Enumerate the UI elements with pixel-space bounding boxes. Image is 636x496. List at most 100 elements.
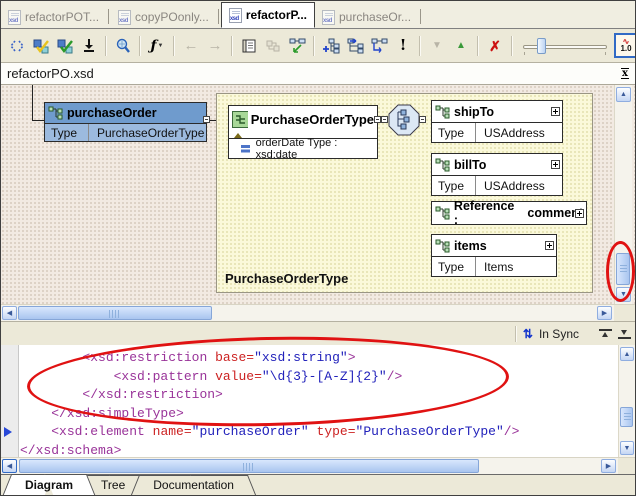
tab-label: refactorPOT...	[25, 10, 99, 24]
type-label: Type	[45, 124, 89, 141]
connector-handle[interactable]	[203, 116, 210, 123]
sync-status-label: In Sync	[539, 327, 579, 341]
arrow-left-icon: ◀	[7, 463, 12, 470]
diagram-pane[interactable]: PurchaseOrderType purchaseOrder Type Pur…	[1, 85, 635, 304]
code-lines[interactable]: <xsd:restriction base="xsd:string"> <xsd…	[20, 349, 618, 457]
toolbar: ƒ ▼ ← → ! ▼ ▲ ✗	[1, 29, 635, 63]
scrollbar-corner	[614, 305, 635, 321]
tab-refactorpot[interactable]: refactorPOT...	[1, 6, 106, 28]
xpath-function-button[interactable]: ƒ ▼	[145, 35, 169, 57]
collapse-code-pane-icon[interactable]	[599, 329, 612, 339]
expand-icon[interactable]	[575, 209, 584, 218]
import-button[interactable]	[77, 35, 101, 57]
tab-documentation[interactable]: Documentation	[139, 475, 248, 495]
source-code-pane[interactable]: <xsd:restriction base="xsd:string"> <xsd…	[1, 345, 635, 457]
code-horizontal-scrollbar[interactable]: ◀ ▶	[1, 457, 635, 474]
forward-button[interactable]: →	[203, 35, 227, 57]
diagram-expand-button[interactable]	[343, 35, 367, 57]
tab-purchaseorder[interactable]: purchaseOr...	[315, 6, 418, 28]
connector-handle[interactable]	[374, 116, 381, 123]
nodes-arrow-right-icon	[347, 38, 364, 54]
tab-separator	[420, 9, 421, 24]
node-ship-to[interactable]: shipTo Type USAddress	[431, 100, 563, 143]
toolbar-separator	[511, 36, 513, 56]
node-title: items	[454, 239, 487, 253]
back-button[interactable]: ←	[179, 35, 203, 57]
container-label: PurchaseOrderType	[225, 271, 348, 286]
node-reference[interactable]: Reference : comment	[431, 201, 587, 225]
connector-handle[interactable]	[381, 116, 388, 123]
node-title: shipTo	[454, 105, 494, 119]
function-icon: ƒ	[151, 39, 157, 53]
tab-diagram[interactable]: Diagram	[11, 475, 87, 495]
element-icon	[435, 158, 451, 172]
type-label: Type	[432, 123, 476, 142]
scroll-right-button[interactable]: ▶	[597, 306, 612, 320]
expand-icon[interactable]	[551, 160, 560, 169]
connector-line	[32, 120, 44, 121]
xsd-file-icon	[8, 10, 21, 25]
expand-code-pane-icon[interactable]	[618, 329, 631, 339]
validate-schema-button[interactable]	[29, 35, 53, 57]
forward-arrow-icon: →	[208, 38, 223, 53]
scroll-down-button[interactable]: ▼	[620, 441, 634, 455]
scroll-up-button[interactable]: ▲	[620, 347, 634, 361]
sequence-indicator[interactable]	[388, 104, 420, 141]
xml-editor-button[interactable]	[5, 35, 29, 57]
node-purchase-order[interactable]: purchaseOrder Type PurchaseOrderType	[44, 102, 207, 142]
arrow-up-icon: ▲	[624, 351, 631, 358]
content-model-icon	[234, 133, 242, 138]
scroll-right-button[interactable]: ▶	[601, 459, 616, 473]
diagram-vertical-scrollbar[interactable]: ▲ ▼	[614, 85, 632, 304]
node-bill-to[interactable]: billTo Type USAddress	[431, 153, 563, 196]
document-filename: refactorPO.xsd	[7, 66, 94, 81]
scroll-thumb[interactable]	[616, 253, 630, 285]
arrow-right-icon: ▶	[606, 463, 611, 470]
application-window: refactorPOT... copyPOonly... refactorP..…	[0, 0, 636, 496]
toolbar-separator	[105, 36, 107, 56]
code-line: </xsd:simpleType>	[20, 405, 618, 424]
node-purchase-order-type[interactable]: PurchaseOrderType orderDate Type : xsd:d…	[228, 105, 378, 159]
scroll-up-button[interactable]: ▲	[616, 87, 631, 102]
diagram-expand-all-button[interactable]	[367, 35, 391, 57]
zoom-slider[interactable]	[521, 36, 609, 56]
download-arrow-icon	[82, 38, 96, 53]
validate-xml-button[interactable]	[53, 35, 77, 57]
split-view-icon[interactable]: x	[621, 68, 629, 79]
code-vertical-scrollbar[interactable]: ▲ ▼	[618, 345, 635, 457]
scroll-thumb[interactable]	[620, 407, 633, 427]
scroll-thumb[interactable]	[18, 306, 212, 320]
tab-refactorpo-active[interactable]: refactorP...	[221, 2, 315, 28]
xsd-file-icon	[118, 10, 131, 25]
nodes-arrow-down-icon	[371, 38, 388, 54]
red-x-icon: ✗	[489, 39, 501, 53]
documentation-button[interactable]	[237, 35, 261, 57]
delete-button[interactable]: ✗	[483, 35, 507, 57]
magnifier-icon	[115, 38, 131, 54]
connector-handle[interactable]	[419, 116, 426, 123]
refactor-button[interactable]	[261, 35, 285, 57]
slider-tick	[605, 52, 606, 55]
diagram-add-button[interactable]	[319, 35, 343, 57]
scrollbar-corner	[618, 458, 635, 474]
diagram-horizontal-scrollbar[interactable]: ◀ ▶	[1, 304, 635, 321]
expand-icon[interactable]	[551, 107, 560, 116]
scroll-thumb[interactable]	[19, 459, 479, 473]
arrow-left-icon: ◀	[7, 310, 12, 317]
move-down-button[interactable]: ▼	[425, 35, 449, 57]
show-errors-button[interactable]: !	[391, 35, 415, 57]
slider-thumb[interactable]	[537, 38, 546, 54]
node-items[interactable]: items Type Items	[431, 234, 557, 277]
node-title: Reference :	[454, 199, 518, 227]
diagram-collapse-button[interactable]	[285, 35, 309, 57]
toolbar-separator	[477, 36, 479, 56]
zoom-level-button[interactable]: ∿ 1.0	[614, 33, 635, 58]
expand-icon[interactable]	[545, 241, 554, 250]
scroll-down-button[interactable]: ▼	[616, 287, 631, 302]
tab-copypoonly[interactable]: copyPOonly...	[111, 6, 216, 28]
scroll-left-button[interactable]: ◀	[2, 459, 17, 473]
move-up-button[interactable]: ▲	[449, 35, 473, 57]
preview-button[interactable]	[111, 35, 135, 57]
scroll-left-button[interactable]: ◀	[2, 306, 17, 320]
code-line: </xsd:schema>	[20, 442, 618, 458]
